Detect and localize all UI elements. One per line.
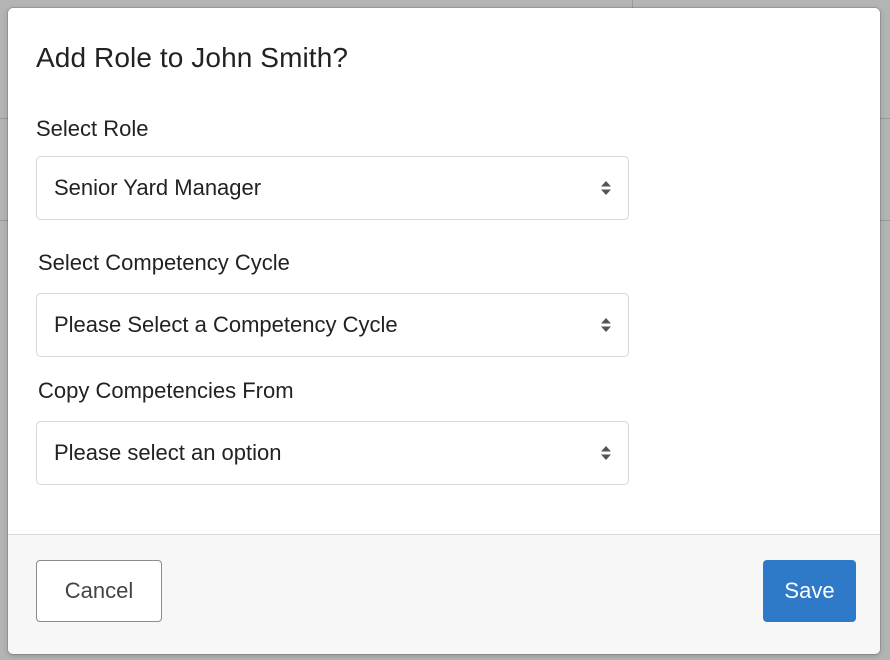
select-competency-cycle-label: Select Competency Cycle — [38, 250, 290, 275]
cancel-button[interactable]: Cancel — [36, 560, 162, 622]
select-role-label: Select Role — [36, 116, 149, 141]
competency-cycle-dropdown[interactable]: Please Select a Competency Cycle — [36, 293, 629, 357]
sort-caret-icon — [601, 181, 611, 195]
dialog-footer: Cancel Save — [8, 534, 880, 654]
dialog-title: Add Role to John Smith? — [36, 42, 349, 73]
save-button[interactable]: Save — [763, 560, 856, 622]
copy-competencies-from-dropdown[interactable]: Please select an option — [36, 421, 629, 485]
copy-competencies-from-label: Copy Competencies From — [38, 378, 294, 403]
competency-cycle-value: Please Select a Competency Cycle — [54, 312, 398, 337]
dialog-body: Add Role to John Smith? Select Role Seni… — [8, 8, 880, 534]
copy-competencies-from-value: Please select an option — [54, 440, 282, 465]
add-role-dialog: Add Role to John Smith? Select Role Seni… — [8, 8, 880, 654]
select-role-dropdown[interactable]: Senior Yard Manager — [36, 156, 629, 220]
sort-caret-icon — [601, 318, 611, 332]
sort-caret-icon — [601, 446, 611, 460]
select-role-value: Senior Yard Manager — [54, 175, 262, 200]
